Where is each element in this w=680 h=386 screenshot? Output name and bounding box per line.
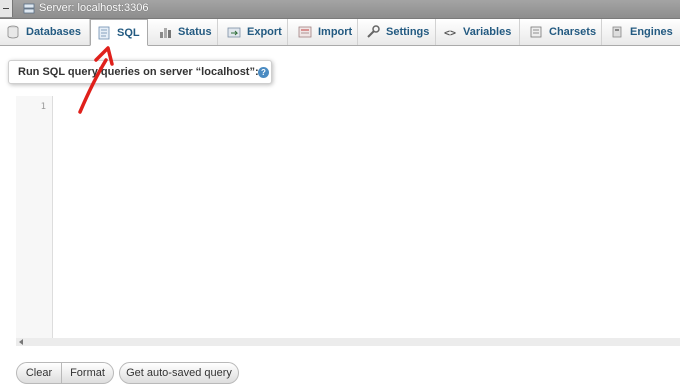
tab-sql-label: SQL [117,26,140,39]
tab-status[interactable]: Status [150,19,218,45]
get-autosaved-query-button[interactable]: Get auto-saved query [119,362,239,384]
help-icon[interactable]: ? [258,67,269,78]
wrench-icon [367,25,380,38]
server-icon [23,3,35,14]
export-icon [227,27,241,38]
tab-import[interactable]: Import [288,19,358,45]
collapse-panel-button[interactable] [0,0,13,17]
sql-editor[interactable]: 1 [16,96,680,346]
line-number: 1 [40,102,46,112]
query-fieldset: Run SQL query/queries on server “localho… [8,60,272,84]
variables-icon: <> [444,28,456,39]
tab-engines[interactable]: Engines [602,19,680,45]
server-titlebar: Server: localhost:3306 [0,0,680,19]
import-icon [298,26,312,38]
tab-export-label: Export [247,26,282,38]
tab-databases-label: Databases [26,26,82,38]
tab-export[interactable]: Export [218,19,288,45]
server-label[interactable]: Server: localhost:3306 [39,2,148,14]
query-legend: Run SQL query/queries on server “localho… [18,66,259,78]
scroll-left-icon[interactable] [19,339,23,345]
clear-button[interactable]: Clear [16,362,62,384]
tab-variables[interactable]: <> Variables [436,19,520,45]
sql-icon [98,26,110,39]
horizontal-scrollbar[interactable] [16,338,680,346]
charsets-icon [530,26,542,38]
tab-variables-label: Variables [463,26,512,38]
status-icon [160,28,171,38]
annotation-arrow-icon [78,46,114,114]
format-button[interactable]: Format [61,362,114,384]
tab-import-label: Import [318,26,353,38]
database-icon [7,25,19,39]
engines-icon [612,26,622,38]
tab-engines-label: Engines [630,26,673,38]
tab-settings-label: Settings [386,26,430,38]
tab-status-label: Status [178,26,212,38]
tab-charsets-label: Charsets [549,26,597,38]
svg-text:<>: <> [444,28,456,39]
line-gutter: 1 [16,96,53,338]
sql-editor-textarea[interactable] [53,96,680,338]
tab-settings[interactable]: Settings [358,19,436,45]
tab-charsets[interactable]: Charsets [520,19,602,45]
